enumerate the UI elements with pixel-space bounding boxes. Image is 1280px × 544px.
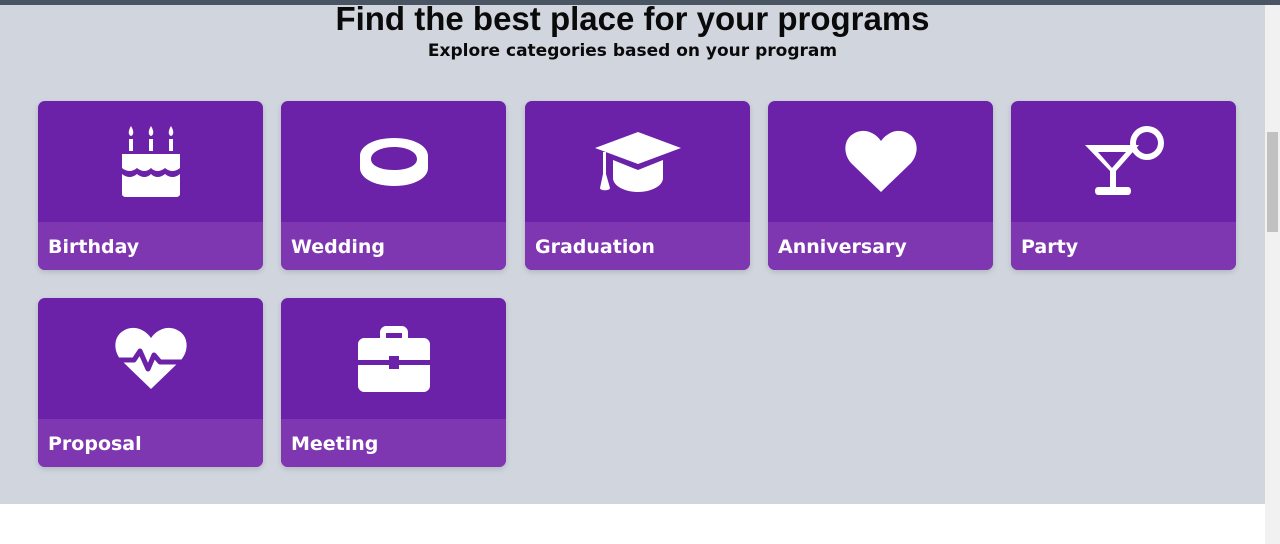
category-card-wedding[interactable]: Wedding (281, 101, 506, 270)
category-card-graduation[interactable]: Graduation (525, 101, 750, 270)
page-title: Find the best place for your programs (335, 0, 930, 37)
category-label: Anniversary (778, 236, 907, 258)
category-card-party[interactable]: Party (1011, 101, 1236, 270)
category-card-birthday[interactable]: Birthday (38, 101, 263, 270)
categories-section: Find the best place for your programs Ex… (0, 0, 1265, 504)
scrollbar-thumb[interactable] (1267, 132, 1278, 232)
category-label: Wedding (291, 236, 386, 258)
cocktail-icon (1084, 125, 1164, 195)
briefcase-icon (357, 325, 430, 392)
ring-icon (359, 137, 428, 186)
graduation-cap-icon (594, 131, 681, 192)
category-card-meeting[interactable]: Meeting (281, 298, 506, 467)
page-subtitle: Explore categories based on your program (427, 41, 838, 61)
category-label: Party (1021, 236, 1079, 258)
heart-icon (844, 130, 917, 192)
category-label: Proposal (48, 433, 142, 455)
heart-pulse-icon (113, 327, 188, 389)
category-label: Birthday (48, 236, 140, 258)
category-label: Meeting (291, 433, 379, 455)
category-label: Graduation (535, 236, 655, 258)
category-card-proposal[interactable]: Proposal (38, 298, 263, 467)
birthday-cake-icon (121, 125, 180, 197)
page-scrollbar[interactable] (1265, 5, 1280, 544)
category-card-anniversary[interactable]: Anniversary (768, 101, 993, 270)
